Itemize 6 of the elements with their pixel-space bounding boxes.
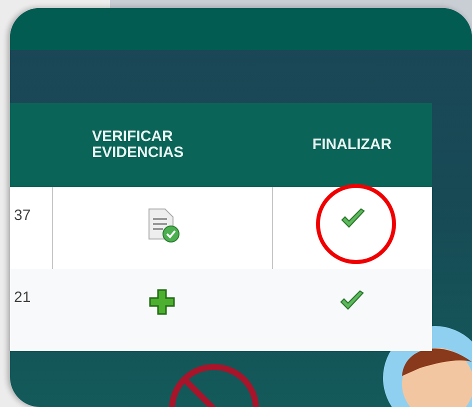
prohibition-icon — [166, 361, 262, 407]
plus-icon[interactable] — [149, 289, 175, 315]
cell-text: 21 — [14, 289, 31, 306]
cell-text: 37 — [14, 207, 31, 224]
column-header-text: VERIFICAR EVIDENCIAS — [92, 129, 185, 161]
column-header-text: FINALIZAR — [312, 137, 392, 153]
